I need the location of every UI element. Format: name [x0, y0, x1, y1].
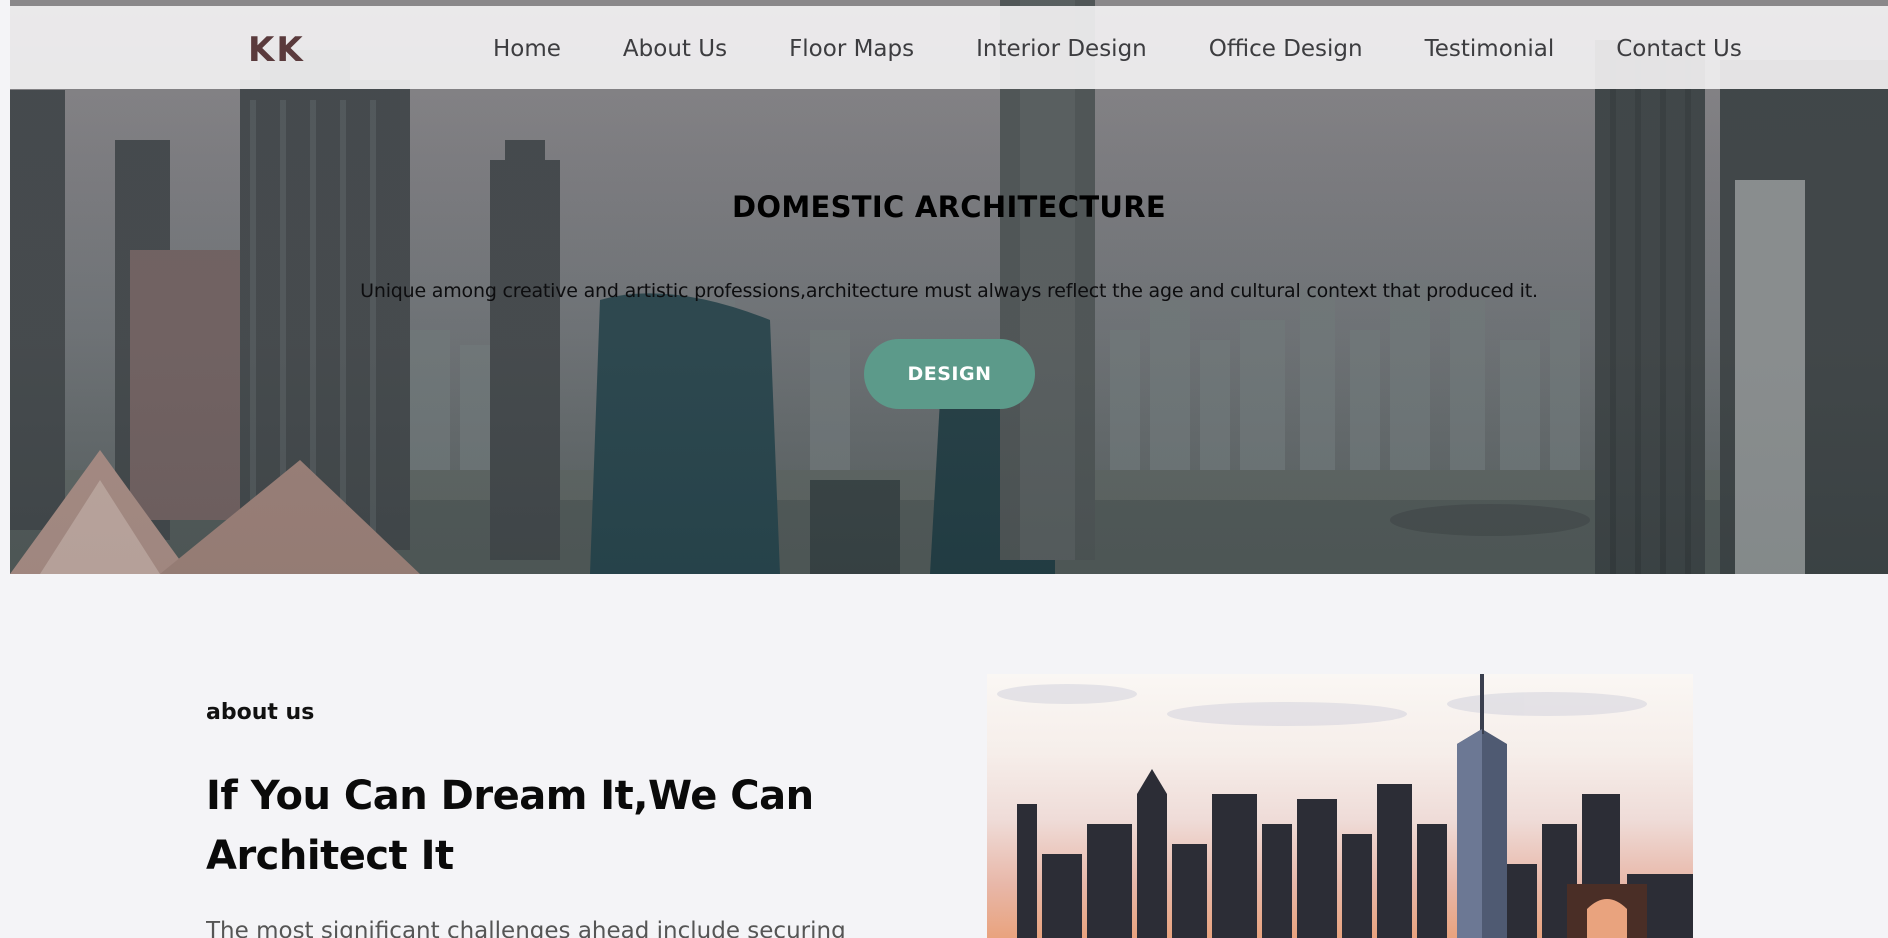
about-title: If You Can Dream It,We Can Architect It — [206, 773, 814, 879]
nav-link-office-design[interactable]: Office Design — [1209, 36, 1363, 62]
nav-link-floor-maps[interactable]: Floor Maps — [789, 36, 914, 62]
nav-link-home[interactable]: Home — [493, 36, 561, 62]
about-skyline-illustration — [997, 674, 1693, 938]
hero-title: DOMESTIC ARCHITECTURE — [732, 190, 1166, 224]
about-body-text: The most significant challenges ahead in… — [206, 918, 846, 938]
site-logo[interactable]: KK — [248, 30, 305, 70]
nav-link-testimonial[interactable]: Testimonial — [1425, 36, 1555, 62]
about-skyline-image — [987, 674, 1693, 938]
nav-link-contact-us[interactable]: Contact Us — [1616, 36, 1742, 62]
about-eyebrow: about us — [206, 700, 315, 725]
nav-link-about-us[interactable]: About Us — [623, 36, 727, 62]
nav-link-interior-design[interactable]: Interior Design — [976, 36, 1147, 62]
design-button[interactable]: DESIGN — [864, 339, 1035, 409]
page: KK Home About Us Floor Maps Interior Des… — [0, 0, 1888, 938]
nav-links: Home About Us Floor Maps Interior Design… — [493, 36, 1742, 62]
top-navigation-bar: KK Home About Us Floor Maps Interior Des… — [10, 6, 1888, 89]
hero-subtitle: Unique among creative and artistic profe… — [360, 280, 1538, 302]
